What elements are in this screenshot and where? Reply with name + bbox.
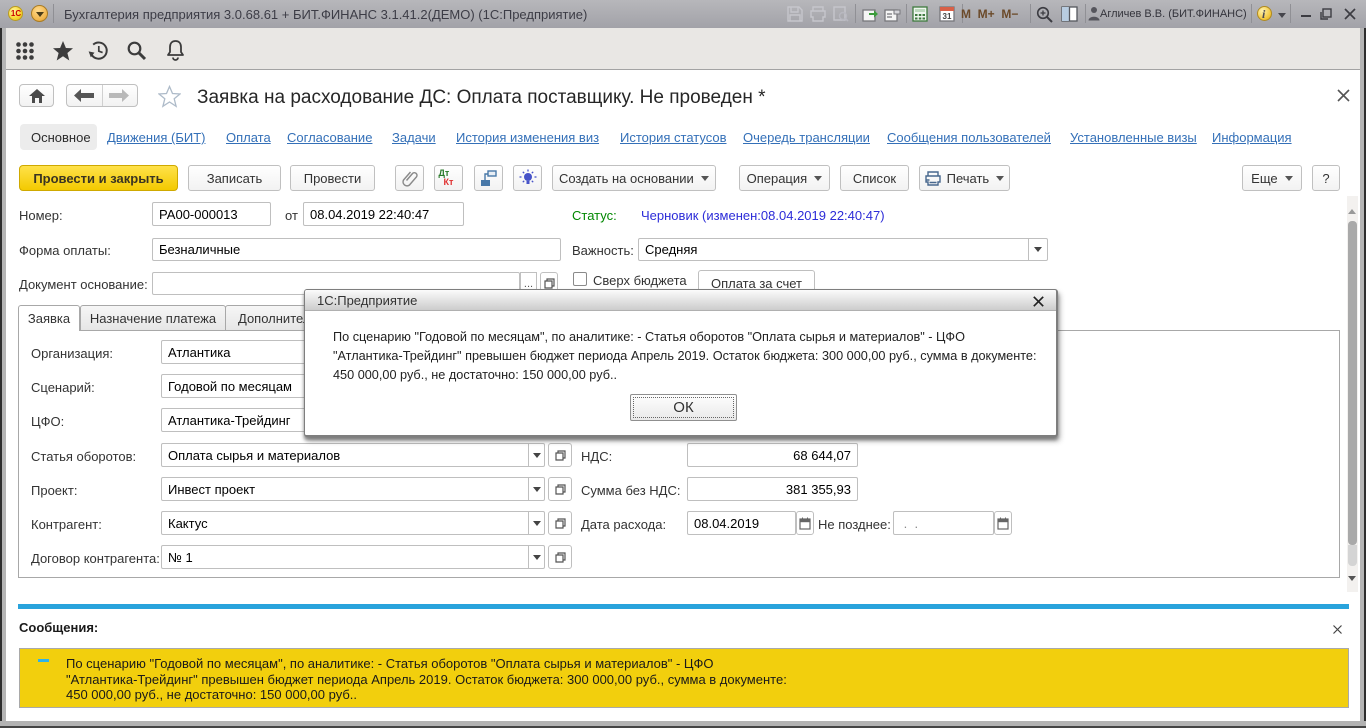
svg-text:31: 31 — [943, 12, 952, 21]
